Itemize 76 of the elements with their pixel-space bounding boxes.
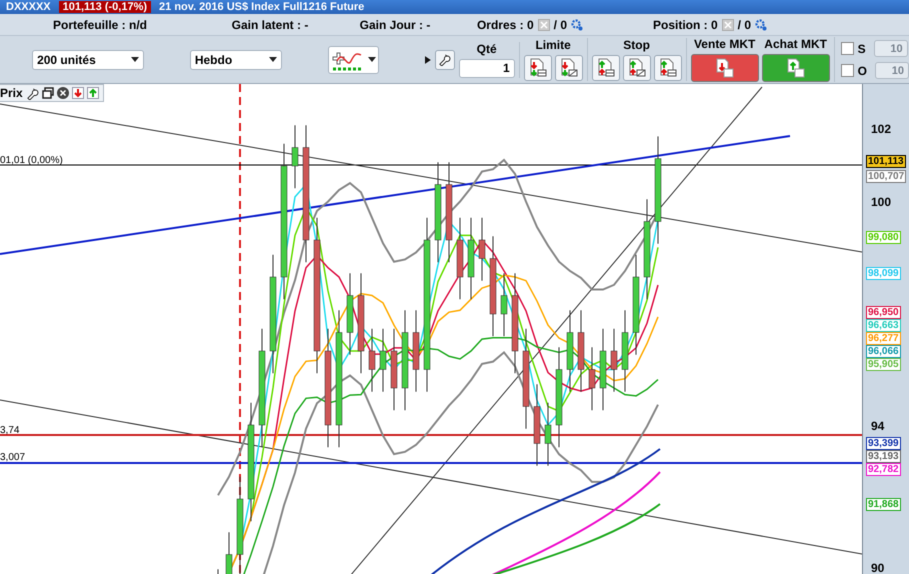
limit-label: Limite xyxy=(535,38,571,52)
gear-icon[interactable] xyxy=(571,18,584,30)
order-icon xyxy=(626,58,647,78)
stop-label: Stop xyxy=(623,38,650,52)
wrench-icon[interactable] xyxy=(438,53,452,66)
panel-title: Prix xyxy=(0,86,23,100)
stop-order-button[interactable] xyxy=(622,55,651,81)
price-tag: 93,399 xyxy=(866,437,901,450)
line-label: 3,74 xyxy=(0,425,20,436)
quantity-label: Qté xyxy=(476,42,497,56)
order-icon xyxy=(596,58,616,78)
buy-market-button[interactable] xyxy=(762,54,830,82)
price-tag: 95,905 xyxy=(866,358,901,371)
quote-label: 101,113 (-0,17%) xyxy=(58,1,152,13)
price-tag: 101,113 xyxy=(866,155,906,168)
portfolio-label: Portefeuille : n/d xyxy=(52,18,147,32)
candle xyxy=(226,532,232,574)
price-tag: 96,277 xyxy=(866,332,901,345)
order-icon xyxy=(658,58,678,78)
settings-button[interactable] xyxy=(435,50,455,70)
price-tag: 98,099 xyxy=(866,267,901,280)
size-select[interactable]: 200 unités xyxy=(32,50,144,70)
candle xyxy=(588,346,596,411)
caret-icon xyxy=(269,57,278,62)
caret-icon xyxy=(131,57,140,62)
price-tag: 93,193 xyxy=(866,450,901,463)
sell-market-button[interactable] xyxy=(690,54,759,82)
price-tag: 99,080 xyxy=(866,231,901,244)
sell-icon xyxy=(716,58,734,78)
instrument-description: 21 nov. 2016 US$ Index Full1216 Future xyxy=(159,1,364,13)
order-icon xyxy=(528,58,548,78)
price-tag: 92,782 xyxy=(866,463,901,476)
price-tag: 100,707 xyxy=(866,170,906,183)
gear-icon[interactable] xyxy=(755,18,767,30)
candle xyxy=(478,217,486,282)
candle xyxy=(368,328,376,392)
position-total: / 0 xyxy=(738,18,751,32)
candle xyxy=(380,328,386,392)
price-tag: 96,663 xyxy=(866,319,901,332)
day-gain-label: Gain Jour : - xyxy=(360,18,430,32)
buy-icon xyxy=(786,58,805,78)
limit-order-button[interactable] xyxy=(524,55,552,81)
orders-total: / 0 xyxy=(554,18,568,32)
orders-label: Ordres : 0 xyxy=(476,18,534,32)
wrench-icon[interactable] xyxy=(26,86,39,100)
order-icon xyxy=(558,58,579,78)
stop-order-button[interactable] xyxy=(592,55,620,81)
symbol-label[interactable]: DXXXXX xyxy=(6,1,51,13)
line-label: 3,007 xyxy=(0,452,26,463)
axis-tick-label: 90 xyxy=(871,562,884,574)
expand-arrow-icon[interactable] xyxy=(425,56,432,64)
axis-tick-label: 102 xyxy=(871,123,892,136)
axis-tick-label: 100 xyxy=(871,196,892,209)
price-tag: 96,950 xyxy=(866,306,901,319)
sell-market-label: Vente MKT xyxy=(694,37,756,51)
close-icon[interactable] xyxy=(56,87,69,99)
candle xyxy=(610,328,618,392)
axis-tick-label: 94 xyxy=(871,420,884,433)
candle xyxy=(544,402,552,466)
period-select[interactable]: Hebdo xyxy=(190,50,282,70)
line-label: 01,01 (0,00%) xyxy=(0,155,63,166)
position-label: Position : 0 xyxy=(652,18,718,32)
price-tag: 91,868 xyxy=(866,498,901,511)
stop-order-button[interactable] xyxy=(654,55,682,81)
down-arrow-icon[interactable] xyxy=(72,87,84,99)
caret-icon xyxy=(368,57,376,62)
price-tag: 96,066 xyxy=(866,345,901,358)
candle xyxy=(292,124,298,189)
up-arrow-icon[interactable] xyxy=(86,87,99,99)
buy-market-label: Achat MKT xyxy=(764,37,827,51)
windows-icon[interactable] xyxy=(42,87,54,99)
quantity-input[interactable]: 1 xyxy=(458,58,515,78)
indicator-button[interactable] xyxy=(328,46,379,74)
candle xyxy=(500,272,508,337)
limit-order-button[interactable] xyxy=(554,55,583,81)
latent-gain-label: Gain latent : - xyxy=(232,18,308,32)
